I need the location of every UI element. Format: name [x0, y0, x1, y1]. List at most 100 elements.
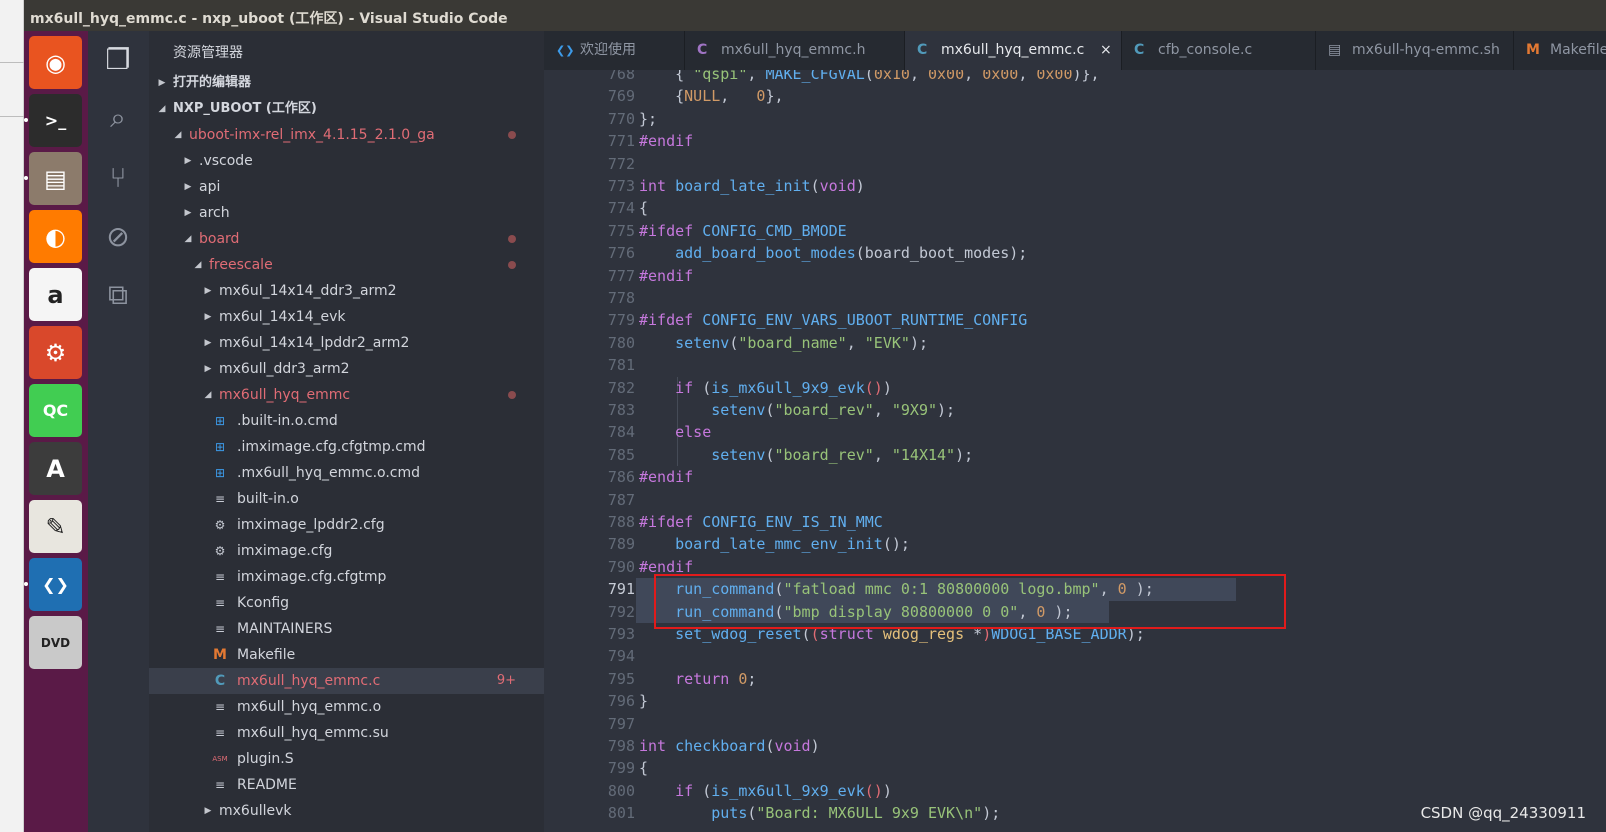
problem-count-badge: 9+: [496, 673, 516, 688]
code-line: puts("Board: MX6ULL 9x9 EVK\n");: [711, 804, 1001, 823]
tree-item-label: MAINTAINERS: [237, 621, 333, 637]
tree-file[interactable]: ≡ mx6ull_hyq_emmc.su: [149, 720, 544, 746]
line-number: 801: [607, 804, 635, 823]
search-icon[interactable]: ⌕: [100, 100, 136, 136]
tree-file[interactable]: ⊞ .mx6ull_hyq_emmc.o.cmd: [149, 460, 544, 486]
text-editor-icon[interactable]: ✎: [29, 500, 82, 553]
file-type-icon: ≡: [214, 622, 226, 636]
chevron-down-icon: ◢: [174, 130, 182, 140]
tab--[interactable]: ❮❯ 欢迎使用: [544, 31, 685, 70]
amazon-icon[interactable]: a: [29, 268, 82, 321]
tab-mx6ull-hyq-emmc-c[interactable]: Cmx6ull_hyq_emmc.c ×: [905, 31, 1122, 70]
tree-folder[interactable]: ▶ mx6ul_14x14_evk: [149, 304, 544, 330]
modified-dot: [508, 391, 516, 399]
vscode-icon[interactable]: ❮❯: [29, 558, 82, 611]
chevron-right-icon: ▶: [184, 182, 192, 192]
tree-item-label: mx6ul_14x14_evk: [219, 309, 346, 325]
file-type-icon: C: [1134, 42, 1145, 58]
tree-folder[interactable]: ◢ board: [149, 226, 544, 252]
chevron-right-icon: ▶: [204, 286, 212, 296]
tree-item-label: mx6ull_ddr3_arm2: [219, 361, 350, 377]
annotation-box: [654, 574, 1286, 630]
debug-icon[interactable]: ⊘: [100, 218, 136, 254]
line-number: 799: [607, 759, 635, 778]
source-control-icon[interactable]: ⑂: [100, 159, 136, 195]
chevron-right-icon: ▶: [184, 208, 192, 218]
tree-file[interactable]: Cmx6ull_hyq_emmc.c 9+: [149, 668, 544, 694]
tree-folder[interactable]: ▶ api: [149, 174, 544, 200]
tree-item-label: mx6ul_14x14_lpddr2_arm2: [219, 335, 410, 351]
explorer-icon[interactable]: ❐: [100, 41, 136, 77]
tree-file[interactable]: ≡ Kconfig: [149, 590, 544, 616]
tree-file[interactable]: ≡ mx6ull_hyq_emmc.o: [149, 694, 544, 720]
line-number: 787: [607, 490, 635, 509]
window-titlebar[interactable]: mx6ull_hyq_emmc.c - nxp_uboot (工作区) - Vi…: [24, 0, 1606, 31]
tab-label: 欢迎使用: [580, 42, 636, 58]
tree-file[interactable]: ⊞ .built-in.o.cmd: [149, 408, 544, 434]
tree-folder[interactable]: ▶ arch: [149, 200, 544, 226]
line-number: 780: [607, 333, 635, 352]
tree-folder[interactable]: ◢ uboot-imx-rel_imx_4.1.15_2.1.0_ga: [149, 122, 544, 148]
tree-folder[interactable]: ▶ mx6ullevk: [149, 798, 544, 824]
tree-file[interactable]: ⚙ imximage.cfg: [149, 538, 544, 564]
tab-mx6ull-hyq-emmc-h[interactable]: Cmx6ull_hyq_emmc.h: [685, 31, 905, 70]
tree-file[interactable]: ⊞ .imximage.cfg.cfgtmp.cmd: [149, 434, 544, 460]
tree-file[interactable]: ≡ imximage.cfg.cfgtmp: [149, 564, 544, 590]
tree-item-label: mx6ull_hyq_emmc: [219, 387, 351, 403]
tab-label: mx6ull_hyq_emmc.c: [941, 42, 1085, 58]
file-type-icon: ≡: [214, 570, 226, 584]
file-type-icon: C: [214, 673, 226, 689]
tree-file[interactable]: ≡ MAINTAINERS: [149, 616, 544, 642]
tree-item-label: 打开的编辑器: [173, 75, 252, 90]
code-line: board_late_mmc_env_init();: [675, 535, 910, 554]
chevron-right-icon: ▶: [184, 156, 192, 166]
tree-file[interactable]: ⚙ imximage_lpddr2.cfg: [149, 512, 544, 538]
tree-folder[interactable]: ▶ mx6ul_14x14_lpddr2_arm2: [149, 330, 544, 356]
tree-item-label: NXP_UBOOT (工作区): [173, 101, 317, 116]
tree-folder[interactable]: ▶ mx6ul_14x14_ddr3_arm2: [149, 278, 544, 304]
line-number: 791: [607, 580, 635, 599]
tab-cfb-console-c[interactable]: Ccfb_console.c: [1122, 31, 1316, 70]
sidebar-section[interactable]: ▶ 打开的编辑器: [149, 70, 544, 96]
tree-item-label: uboot-imx-rel_imx_4.1.15_2.1.0_ga: [189, 127, 435, 143]
code-editor[interactable]: CSDN @qq_24330911 768 { "qspi", MAKE_CFG…: [544, 70, 1606, 832]
tree-folder[interactable]: ▶ mx6ull_ddr3_arm2: [149, 356, 544, 382]
running-indicator: [24, 582, 28, 586]
sidebar-section[interactable]: ◢ NXP_UBOOT (工作区): [149, 96, 544, 122]
settings-icon[interactable]: ⚙: [29, 326, 82, 379]
tree-folder[interactable]: ▶ .vscode: [149, 148, 544, 174]
tree-file[interactable]: ≡ built-in.o: [149, 486, 544, 512]
file-type-icon: ▤: [1328, 42, 1342, 58]
tree-file[interactable]: M Makefile: [149, 642, 544, 668]
line-number: 785: [607, 445, 635, 464]
tab-mx6ull-hyq-emmc-sh[interactable]: ▤ mx6ull-hyq-emmc.sh: [1316, 31, 1514, 70]
tree-folder[interactable]: ◢ mx6ull_hyq_emmc: [149, 382, 544, 408]
tree-file[interactable]: ASM plugin.S: [149, 746, 544, 772]
terminal-icon[interactable]: >_: [29, 94, 82, 147]
running-indicator: [24, 176, 28, 180]
code-line: return 0;: [675, 669, 757, 688]
code-line: }: [639, 692, 649, 711]
tree-file[interactable]: ≡ README: [149, 772, 544, 798]
tab-label: Makefile: [1550, 42, 1606, 58]
files-icon[interactable]: ▤: [29, 152, 82, 205]
code-line: #endif: [639, 132, 694, 151]
file-type-icon: ≡: [214, 726, 226, 740]
file-type-icon: ⊞: [214, 440, 226, 454]
line-number: 798: [607, 737, 635, 755]
tree-item-label: imximage_lpddr2.cfg: [237, 517, 385, 533]
software-updater-icon[interactable]: A: [29, 442, 82, 495]
file-type-icon: ❮❯: [556, 44, 575, 57]
tab-makefile[interactable]: M Makefile: [1514, 31, 1606, 70]
firefox-icon[interactable]: ◐: [29, 210, 82, 263]
close-icon[interactable]: ×: [1100, 31, 1112, 70]
tree-item-label: mx6ul_14x14_ddr3_arm2: [219, 283, 397, 299]
extensions-icon[interactable]: ⧉: [100, 277, 136, 313]
qt-creator-icon[interactable]: QC: [29, 384, 82, 437]
dvd-icon[interactable]: DVD: [29, 616, 82, 669]
ubuntu-dash-icon[interactable]: ◉: [29, 36, 82, 89]
tree-item-label: .built-in.o.cmd: [237, 413, 338, 429]
sidebar-header: 资源管理器: [173, 45, 243, 61]
tree-folder[interactable]: ◢ freescale: [149, 252, 544, 278]
tree-item-label: .vscode: [199, 153, 253, 169]
